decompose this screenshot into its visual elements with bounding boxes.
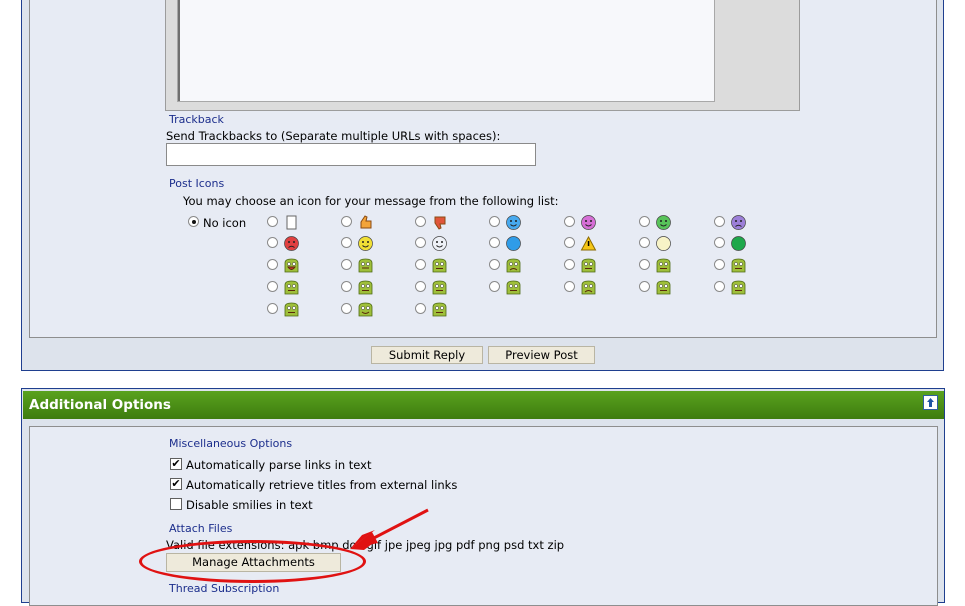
post-icon-radio-grin[interactable] <box>639 216 650 227</box>
post-icon-radio-droid-kiss[interactable] <box>341 281 352 292</box>
collapse-toggle-button[interactable] <box>923 395 938 410</box>
droid-shades-icon <box>656 280 671 295</box>
trackback-input[interactable] <box>166 143 536 166</box>
droid-grimace-icon <box>506 280 521 295</box>
trackback-label: Send Trackbacks to (Separate multiple UR… <box>166 129 501 143</box>
post-icon-radio-droid-cry[interactable] <box>564 281 575 292</box>
preview-post-button[interactable]: Preview Post <box>488 346 595 364</box>
post-icon-radio-page[interactable] <box>267 216 278 227</box>
post-icon-radio-droid-monocle[interactable] <box>714 281 725 292</box>
no-icon-radio[interactable] <box>188 216 199 227</box>
post-icon-radio-droid-confused[interactable] <box>415 259 426 270</box>
question-icon <box>506 236 521 251</box>
droid-annoyed-icon <box>284 302 299 317</box>
checkmark-icon: ✔ <box>171 457 181 470</box>
page-icon <box>286 215 297 230</box>
happy-icon <box>358 236 373 251</box>
angry-icon <box>284 236 299 251</box>
post-icon-radio-droid-frown[interactable] <box>489 259 500 270</box>
droid-zipper-icon <box>432 302 447 317</box>
post-icon-radio-warning[interactable] <box>564 237 575 248</box>
additional-options-inner <box>29 426 938 606</box>
post-icon-radio-droid-wink[interactable] <box>714 259 725 270</box>
additional-options-title: Additional Options <box>29 397 171 413</box>
sad-icon <box>731 215 746 230</box>
submit-reply-button[interactable]: Submit Reply <box>371 346 483 364</box>
checkmark-icon: ✔ <box>171 477 181 490</box>
retrieve-titles-checkbox[interactable]: ✔ <box>170 478 182 490</box>
tongue-icon <box>581 215 596 230</box>
post-icon-radio-arrow-right[interactable] <box>714 237 725 248</box>
annotation-ellipse <box>139 540 366 583</box>
retrieve-titles-label: Automatically retrieve titles from exter… <box>186 478 458 492</box>
post-icon-radio-droid-zipper[interactable] <box>415 303 426 314</box>
message-textarea[interactable] <box>177 0 715 102</box>
post-icon-radio-smile[interactable] <box>489 216 500 227</box>
post-icon-radio-droid-love[interactable] <box>341 303 352 314</box>
disable-smilies-label: Disable smilies in text <box>186 498 313 512</box>
arrow-right-icon <box>731 236 746 251</box>
post-icon-radio-droid-money[interactable] <box>341 259 352 270</box>
no-icon-label: No icon <box>203 216 247 230</box>
smile-icon <box>506 215 521 230</box>
parse-links-label: Automatically parse links in text <box>186 458 372 472</box>
annotation-arrow-icon <box>350 508 429 550</box>
post-icons-title: Post Icons <box>169 177 225 190</box>
droid-kiss-icon <box>358 280 373 295</box>
post-icon-radio-sad[interactable] <box>714 216 725 227</box>
post-icon-radio-droid-shades[interactable] <box>639 281 650 292</box>
droid-money-icon <box>358 258 373 273</box>
post-icon-radio-cool[interactable] <box>415 237 426 248</box>
post-icon-radio-question[interactable] <box>489 237 500 248</box>
post-icon-radio-droid-grimace[interactable] <box>489 281 500 292</box>
post-icon-radio-droid-neutral[interactable] <box>415 281 426 292</box>
warning-icon <box>580 235 597 251</box>
disable-smilies-checkbox[interactable] <box>170 498 182 510</box>
droid-shout-icon <box>284 258 299 273</box>
post-icon-radio-happy[interactable] <box>341 237 352 248</box>
cool-icon <box>432 236 447 251</box>
post-icons-instruction: You may choose an icon for your message … <box>183 194 559 208</box>
thumbs-up-icon <box>360 215 372 229</box>
post-icon-radio-tongue[interactable] <box>564 216 575 227</box>
droid-shock-icon <box>581 258 596 273</box>
droid-frown-icon <box>506 258 521 273</box>
post-icon-radio-droid-gasp[interactable] <box>267 281 278 292</box>
droid-gasp-icon <box>284 280 299 295</box>
lightbulb-icon <box>656 236 671 251</box>
droid-cry-icon <box>581 280 596 295</box>
post-icon-radio-droid-annoyed[interactable] <box>267 303 278 314</box>
droid-monocle-icon <box>731 280 746 295</box>
attach-files-title: Attach Files <box>169 522 233 535</box>
droid-neutral-icon <box>432 280 447 295</box>
misc-options-title: Miscellaneous Options <box>169 437 293 450</box>
trackback-title: Trackback <box>169 113 224 126</box>
droid-love-icon <box>358 302 373 317</box>
droid-tongue-icon <box>656 258 671 273</box>
droid-wink-icon <box>731 258 746 273</box>
post-icon-radio-lightbulb[interactable] <box>639 237 650 248</box>
post-icon-radio-thumbs-up[interactable] <box>341 216 352 227</box>
parse-links-checkbox[interactable]: ✔ <box>170 458 182 470</box>
post-icon-radio-thumbs-down[interactable] <box>415 216 426 227</box>
collapse-up-icon <box>927 398 934 407</box>
thread-subscription-title: Thread Subscription <box>169 582 280 595</box>
post-icon-radio-droid-shock[interactable] <box>564 259 575 270</box>
post-icon-radio-droid-tongue[interactable] <box>639 259 650 270</box>
droid-confused-icon <box>432 258 447 273</box>
thumbs-down-icon <box>434 216 446 230</box>
post-icon-radio-droid-shout[interactable] <box>267 259 278 270</box>
grin-icon <box>656 215 671 230</box>
post-icon-radio-angry[interactable] <box>267 237 278 248</box>
